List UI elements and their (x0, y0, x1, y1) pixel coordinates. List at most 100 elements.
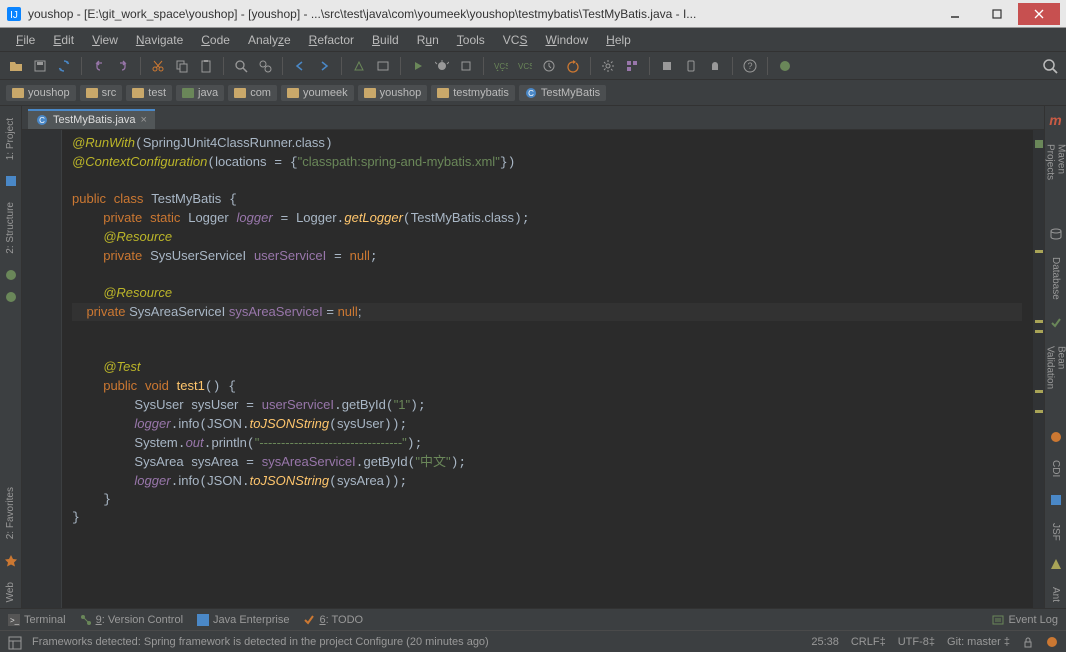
crumb-testmybatis[interactable]: testmybatis (431, 85, 515, 101)
vcs-revert-icon[interactable] (563, 56, 583, 76)
save-all-icon[interactable] (30, 56, 50, 76)
svg-text:C: C (528, 89, 534, 98)
avd-icon[interactable] (681, 56, 701, 76)
tool-version-control[interactable]: 9: Version Control (80, 614, 183, 626)
crumb-src[interactable]: src (80, 85, 123, 101)
status-message[interactable]: Frameworks detected: Spring framework is… (32, 636, 799, 648)
tool-ant[interactable]: Ant (1048, 581, 1063, 608)
database-icon[interactable] (1049, 227, 1063, 241)
settings-icon[interactable] (598, 56, 618, 76)
check-icon[interactable] (1049, 316, 1063, 330)
tool-java-ee[interactable]: Java Enterprise (197, 614, 289, 626)
paste-icon[interactable] (196, 56, 216, 76)
stripe-warning-icon[interactable] (1035, 250, 1043, 253)
code-editor[interactable]: @RunWith(SpringJUnit4ClassRunner.class) … (62, 130, 1032, 608)
menu-help[interactable]: Help (598, 31, 639, 49)
main-toolbar: VCS VCS ? (0, 52, 1066, 80)
tool-terminal[interactable]: >_Terminal (8, 614, 66, 626)
close-button[interactable] (1018, 3, 1060, 25)
vcs-commit-icon[interactable]: VCS (515, 56, 535, 76)
crumb-project[interactable]: youshop (6, 85, 76, 101)
menu-view[interactable]: View (84, 31, 126, 49)
tool-todo[interactable]: 6: TODO (303, 614, 363, 626)
tool-maven[interactable]: Maven Projects (1043, 138, 1066, 217)
stripe-warning-icon[interactable] (1035, 320, 1043, 323)
stripe-warning-icon[interactable] (1035, 410, 1043, 413)
open-icon[interactable] (6, 56, 26, 76)
project-icon[interactable] (4, 174, 18, 188)
undo-icon[interactable] (89, 56, 109, 76)
menu-file[interactable]: File (8, 31, 43, 49)
run-icon[interactable] (408, 56, 428, 76)
vcs-history-icon[interactable] (539, 56, 559, 76)
bean-marker-icon[interactable] (4, 290, 18, 304)
editor-tab-active[interactable]: C TestMyBatis.java × (28, 109, 155, 129)
debug-icon[interactable] (432, 56, 452, 76)
stripe-warning-icon[interactable] (1035, 330, 1043, 333)
line-gutter[interactable] (22, 130, 62, 608)
vcs-update-icon[interactable]: VCS (491, 56, 511, 76)
menu-analyze[interactable]: Analyze (240, 31, 299, 49)
crumb-test[interactable]: test (126, 85, 172, 101)
menu-tools[interactable]: Tools (449, 31, 493, 49)
tool-jsf[interactable]: JSF (1048, 517, 1063, 547)
line-separator[interactable]: CRLF‡ (851, 636, 886, 648)
stripe-warning-icon[interactable] (1035, 390, 1043, 393)
menu-code[interactable]: Code (193, 31, 238, 49)
sdk-icon[interactable] (657, 56, 677, 76)
crumb-youshop[interactable]: youshop (358, 85, 428, 101)
back-icon[interactable] (290, 56, 310, 76)
menu-navigate[interactable]: Navigate (128, 31, 191, 49)
crumb-youmeek[interactable]: youmeek (281, 85, 354, 101)
menu-edit[interactable]: Edit (45, 31, 82, 49)
cut-icon[interactable] (148, 56, 168, 76)
sync-icon[interactable] (54, 56, 74, 76)
app-icon: IJ (6, 6, 22, 22)
close-tab-icon[interactable]: × (141, 114, 147, 126)
minimize-button[interactable] (934, 3, 976, 25)
lock-icon[interactable] (1022, 636, 1034, 648)
package-icon (437, 88, 449, 98)
cdi-icon[interactable] (1049, 430, 1063, 444)
jsf-icon[interactable] (1049, 493, 1063, 507)
tool-bean-validation[interactable]: Bean Validation (1043, 340, 1066, 420)
menu-build[interactable]: Build (364, 31, 407, 49)
file-encoding[interactable]: UTF-8‡ (898, 636, 935, 648)
search-everywhere-icon[interactable] (1040, 56, 1060, 76)
crumb-java[interactable]: java (176, 85, 224, 101)
maximize-button[interactable] (976, 3, 1018, 25)
git-branch[interactable]: Git: master ‡ (947, 636, 1010, 648)
tool-favorites[interactable]: 2: Favorites (3, 481, 18, 545)
menu-window[interactable]: Window (537, 31, 596, 49)
structure-icon[interactable] (622, 56, 642, 76)
copy-icon[interactable] (172, 56, 192, 76)
error-stripe[interactable] (1032, 130, 1044, 608)
jrebel-icon[interactable] (775, 56, 795, 76)
inspector-icon[interactable] (1046, 636, 1058, 648)
cursor-position[interactable]: 25:38 (811, 636, 839, 648)
forward-icon[interactable] (314, 56, 334, 76)
run-config-icon[interactable] (373, 56, 393, 76)
find-icon[interactable] (231, 56, 251, 76)
tool-project[interactable]: 1: Project (3, 112, 18, 166)
crumb-class[interactable]: CTestMyBatis (519, 85, 606, 101)
bean-marker-icon[interactable] (4, 268, 18, 282)
tool-database[interactable]: Database (1048, 251, 1063, 306)
maven-m-icon[interactable]: m (1049, 112, 1061, 128)
tool-event-log[interactable]: Event Log (992, 614, 1058, 626)
replace-icon[interactable] (255, 56, 275, 76)
tool-structure[interactable]: 2: Structure (3, 196, 18, 260)
redo-icon[interactable] (113, 56, 133, 76)
tool-windows-icon[interactable] (8, 636, 20, 648)
build-icon[interactable] (349, 56, 369, 76)
menu-vcs[interactable]: VCS (495, 31, 536, 49)
ant-icon[interactable] (1049, 557, 1063, 571)
help-icon[interactable]: ? (740, 56, 760, 76)
menu-refactor[interactable]: Refactor (301, 31, 362, 49)
tool-web[interactable]: Web (3, 576, 18, 608)
coverage-icon[interactable] (456, 56, 476, 76)
crumb-com[interactable]: com (228, 85, 277, 101)
menu-run[interactable]: Run (409, 31, 447, 49)
android-icon[interactable] (705, 56, 725, 76)
tool-cdi[interactable]: CDI (1048, 454, 1063, 483)
